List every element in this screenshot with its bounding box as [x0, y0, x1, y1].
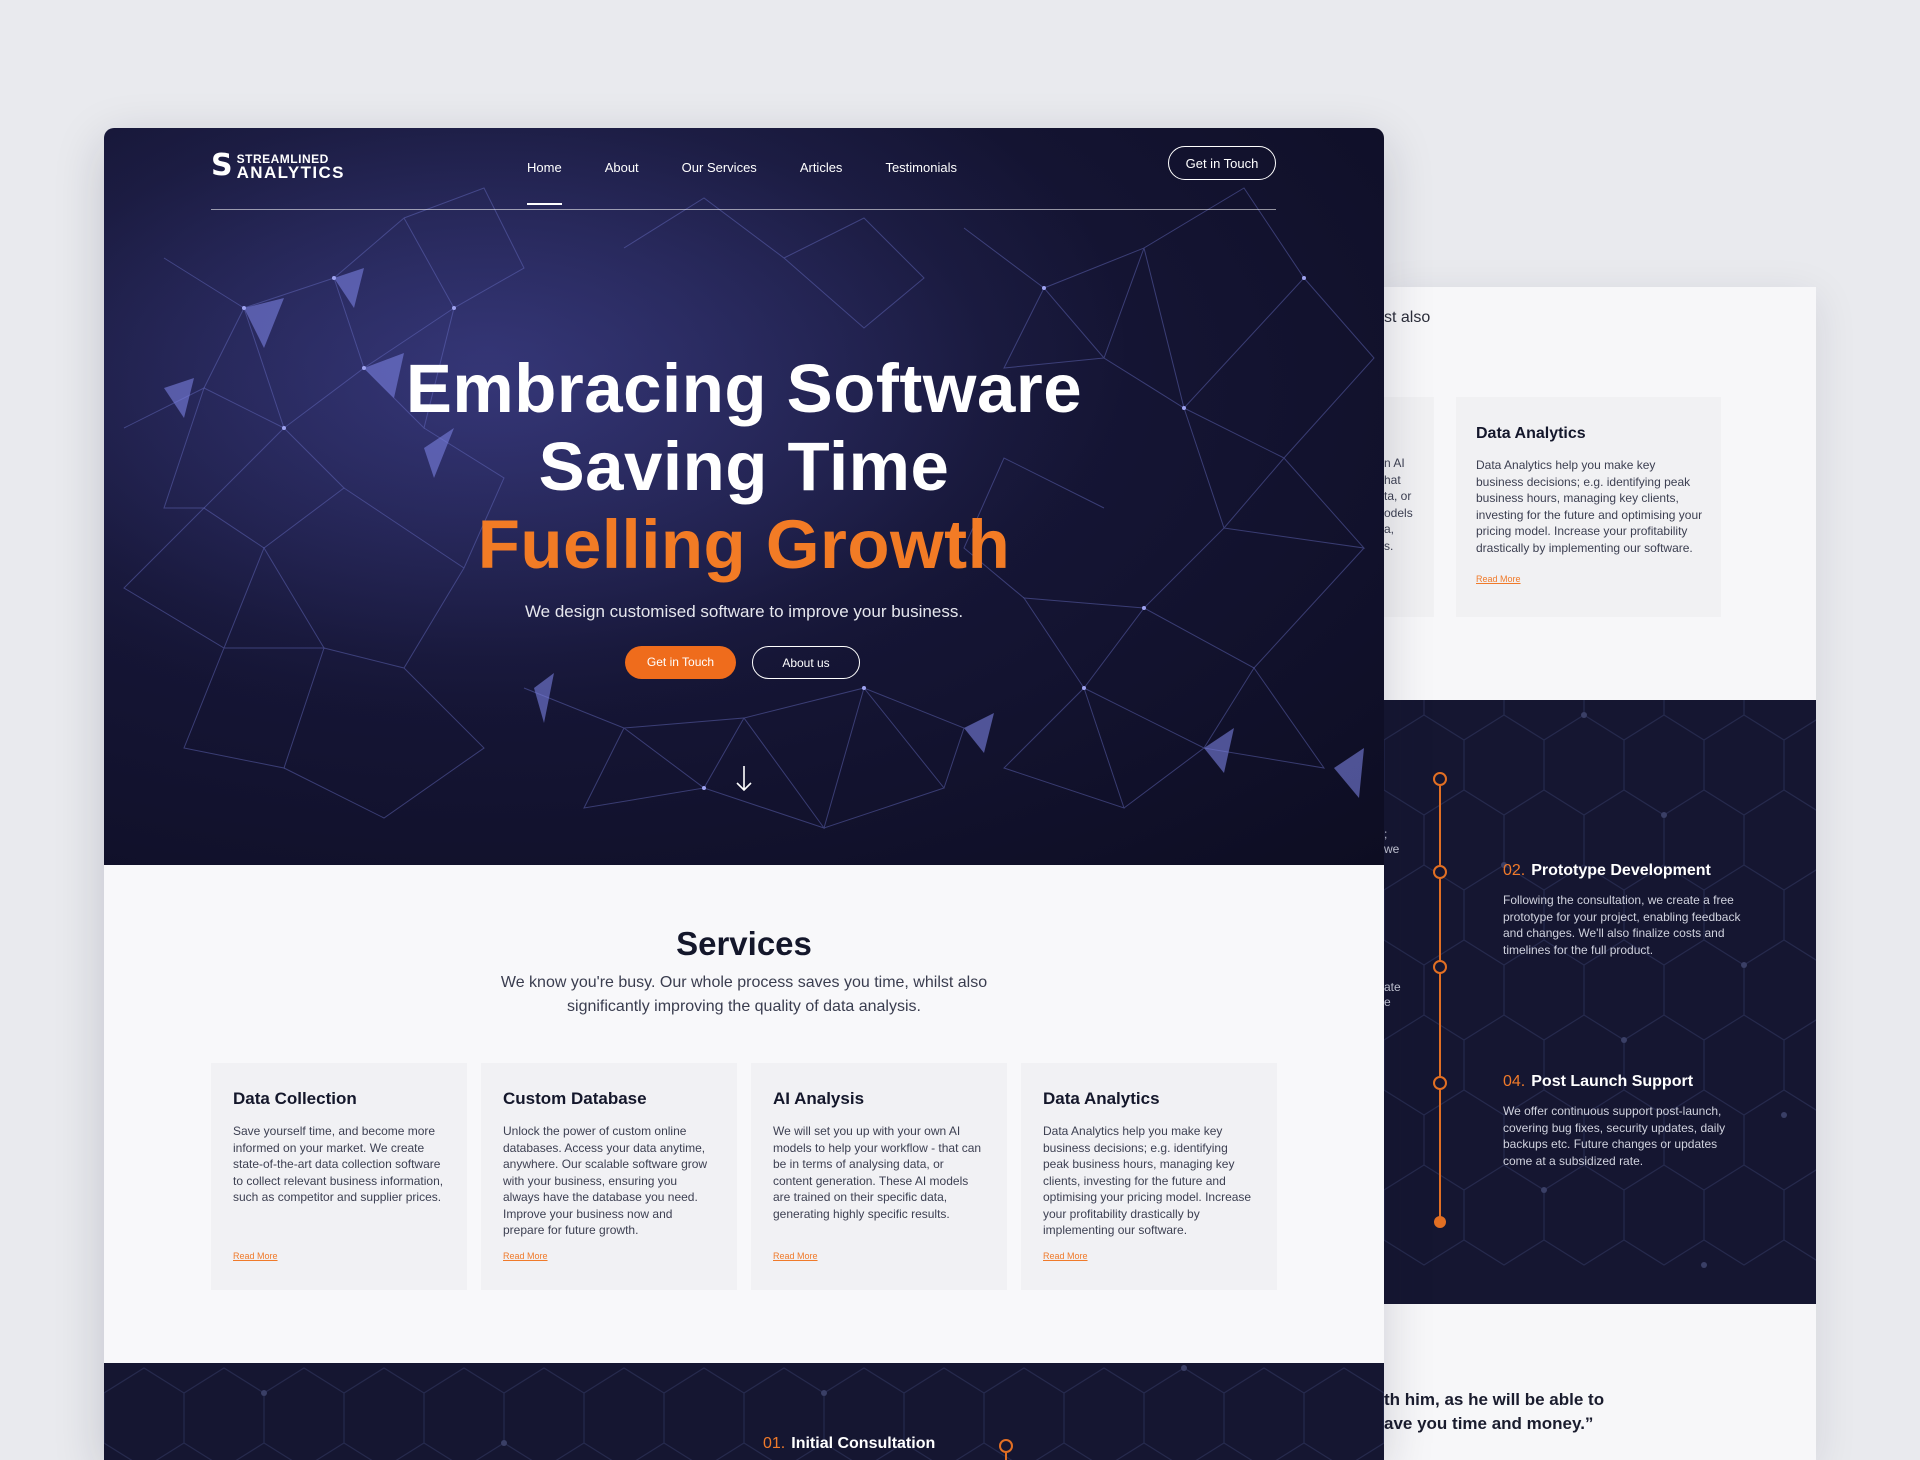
testimonial-quote: th him, as he will be able to ave you ti…: [1384, 1390, 1605, 1433]
nav-link-about[interactable]: About: [605, 160, 639, 205]
services-subtitle: We know you're busy. Our whole process s…: [500, 974, 988, 1015]
process-step-post-launch: 04. Post Launch Support We offer continuo…: [1503, 1073, 1726, 1168]
read-more-link[interactable]: Read More: [1043, 1251, 1088, 1261]
read-more-link[interactable]: Read More: [773, 1251, 818, 1261]
service-card-ai-analysis: AI Analysis We will set you up with your…: [751, 1063, 1007, 1290]
back-card-read-more-link[interactable]: Read More: [1476, 574, 1521, 584]
brand-logo[interactable]: S STREAMLINED ANALYTICS: [211, 148, 345, 183]
website-home-page: S STREAMLINED ANALYTICS Home About Our S…: [104, 128, 1384, 1460]
logo-line2: ANALYTICS: [236, 163, 345, 182]
back-process-section: ; we ate e 02. Prototype Development Foll…: [1384, 700, 1816, 1304]
hero-subtitle: We design customised software to improve…: [524, 602, 964, 621]
process-step-prototype: 02. Prototype Development Following the c…: [1503, 862, 1741, 957]
read-more-link[interactable]: Read More: [503, 1251, 548, 1261]
services-section: Services We know you're busy. Our whole …: [104, 865, 1384, 1363]
hex-pattern: [1384, 700, 1816, 1268]
timeline-end-dot: [1434, 1216, 1446, 1228]
back-testimonial-section: th him, as he will be able to ave you ti…: [1384, 1304, 1816, 1460]
hero-title-line1: Embracing Software: [405, 350, 1083, 427]
back-card-title: Data Analytics: [1476, 425, 1586, 442]
card-title: AI Analysis: [773, 1089, 865, 1108]
logo-s-icon: S: [211, 148, 233, 183]
service-card-custom-database: Custom Database Unlock the power of cust…: [481, 1063, 737, 1290]
nav-get-in-touch-button[interactable]: Get in Touch: [1168, 146, 1276, 180]
hero-section: S STREAMLINED ANALYTICS Home About Our S…: [104, 128, 1384, 865]
circle-node-icon: [1433, 772, 1447, 786]
card-title: Custom Database: [503, 1089, 647, 1108]
service-card-data-collection: Data Collection Save yourself time, and …: [211, 1063, 467, 1290]
hex-pattern: [104, 1365, 1384, 1460]
process-step-initial-consultation: 01. Initial Consultation: [763, 1435, 936, 1452]
hero-buttons: Get in Touch About us: [625, 646, 860, 679]
circle-node-icon: [1433, 865, 1447, 879]
circle-node-icon: [999, 1439, 1013, 1453]
card-title: Data Analytics: [1043, 1089, 1160, 1108]
card-title: Data Collection: [233, 1089, 357, 1108]
services-title: Services: [676, 925, 812, 962]
timeline-line: [1439, 778, 1441, 1218]
arrow-down-icon[interactable]: [734, 764, 754, 794]
timeline-line: [1005, 1453, 1007, 1460]
card-text: Unlock the power of custom online databa…: [503, 1124, 708, 1237]
nav-link-articles[interactable]: Articles: [800, 160, 843, 205]
nav-links: Home About Our Services Articles Testimo…: [527, 160, 1000, 205]
hero-title-line2: Saving Time: [538, 428, 950, 505]
hero-get-in-touch-button[interactable]: Get in Touch: [625, 646, 736, 679]
nav-link-testimonials[interactable]: Testimonials: [885, 160, 957, 205]
back-ai-card-text: n AI hat ta, or odels a, s.: [1384, 456, 1413, 553]
top-navigation: S STREAMLINED ANALYTICS Home About Our S…: [211, 146, 1276, 210]
back-card-text: Data Analytics help you make key busines…: [1476, 458, 1703, 555]
process-section: 01. Initial Consultation: [104, 1363, 1384, 1460]
back-intro-text: st also: [1384, 309, 1431, 326]
nav-link-home[interactable]: Home: [527, 160, 562, 205]
circle-node-icon: [1433, 1076, 1447, 1090]
card-text: We will set you up with your own AI mode…: [773, 1124, 982, 1221]
card-text: Data Analytics help you make key busines…: [1043, 1124, 1252, 1237]
hero-headline: Embracing Software Saving Time Fuelling …: [104, 350, 1384, 584]
nav-link-our-services[interactable]: Our Services: [682, 160, 757, 205]
card-text: Save yourself time, and become more info…: [233, 1124, 444, 1204]
read-more-link[interactable]: Read More: [233, 1251, 278, 1261]
background-page-preview: st also n AI hat ta, or odels a, s. Data…: [1384, 287, 1816, 1460]
back-services-section: st also n AI hat ta, or odels a, s. Data…: [1384, 287, 1816, 700]
hero-title-line3: Fuelling Growth: [477, 506, 1011, 583]
service-card-data-analytics: Data Analytics Data Analytics help you m…: [1021, 1063, 1277, 1290]
services-cards: Data Collection Save yourself time, and …: [211, 1063, 1277, 1290]
back-step-snippet: ; we: [1384, 827, 1400, 856]
back-data-analytics-card: Data Analytics Data Analytics help you m…: [1456, 397, 1721, 617]
hero-about-us-button[interactable]: About us: [752, 646, 860, 679]
circle-node-icon: [1433, 960, 1447, 974]
back-step-snippet: ate e: [1384, 980, 1401, 1009]
